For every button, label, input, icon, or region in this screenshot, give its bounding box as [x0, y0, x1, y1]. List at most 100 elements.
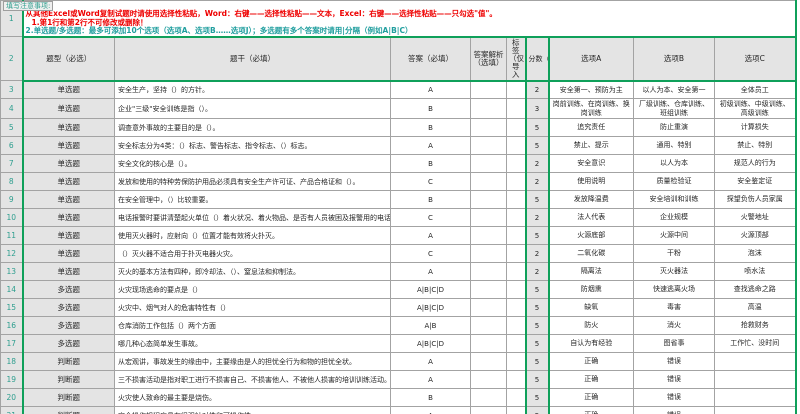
cell-option-b[interactable]: 以人为本: [634, 155, 715, 173]
cell-option-a[interactable]: 正确: [549, 389, 634, 407]
cell-option-a[interactable]: 正确: [549, 407, 634, 414]
cell-question[interactable]: 发放和使用的特种劳保防护用品必须具有安全生产许可证、产品合格证和（）。: [115, 173, 391, 191]
row-number[interactable]: 21: [1, 407, 23, 414]
cell-score[interactable]: 3: [526, 99, 549, 119]
cell-answer[interactable]: A: [391, 263, 471, 281]
cell-analysis[interactable]: [471, 299, 507, 317]
row-header-2[interactable]: 2: [1, 37, 23, 81]
cell-question-type[interactable]: 单选题: [23, 263, 115, 281]
cell-score[interactable]: 5: [526, 335, 549, 353]
cell-question-type[interactable]: 单选题: [23, 81, 115, 99]
cell-option-a[interactable]: 二氧化碳: [549, 245, 634, 263]
row-number[interactable]: 4: [1, 99, 23, 119]
cell-tag[interactable]: [507, 371, 526, 389]
cell-answer[interactable]: C: [391, 245, 471, 263]
cell-option-b[interactable]: 火源中间: [634, 227, 715, 245]
row-number[interactable]: 14: [1, 281, 23, 299]
cell-option-a[interactable]: 缺氧: [549, 299, 634, 317]
cell-question[interactable]: 安全文化的核心是（）。: [115, 155, 391, 173]
header-score[interactable]: 分数（导入试卷时: [526, 37, 549, 81]
cell-option-b[interactable]: 消火: [634, 317, 715, 335]
cell-analysis[interactable]: [471, 191, 507, 209]
cell-option-a[interactable]: 发放降温费: [549, 191, 634, 209]
cell-score[interactable]: 5: [526, 407, 549, 414]
cell-option-c[interactable]: 禁止、特别: [715, 137, 796, 155]
cell-analysis[interactable]: [471, 335, 507, 353]
cell-option-a[interactable]: 防火: [549, 317, 634, 335]
row-number[interactable]: 8: [1, 173, 23, 191]
row-number[interactable]: 7: [1, 155, 23, 173]
cell-analysis[interactable]: [471, 99, 507, 119]
cell-tag[interactable]: [507, 299, 526, 317]
row-number[interactable]: 12: [1, 245, 23, 263]
cell-question[interactable]: 火灾现场逃命的要点是（）: [115, 281, 391, 299]
cell-option-c[interactable]: 查找逃命之路: [715, 281, 796, 299]
row-number[interactable]: 11: [1, 227, 23, 245]
cell-answer[interactable]: A|B: [391, 317, 471, 335]
header-question[interactable]: 题干（必填）: [115, 37, 391, 81]
cell-question-type[interactable]: 判断题: [23, 353, 115, 371]
header-question-type[interactable]: 题型（必选）: [23, 37, 115, 81]
cell-option-c[interactable]: [715, 407, 796, 414]
cell-option-b[interactable]: 错误: [634, 407, 715, 414]
cell-tag[interactable]: [507, 119, 526, 137]
cell-option-c[interactable]: 火警地址: [715, 209, 796, 227]
cell-answer[interactable]: A|B|C|D: [391, 335, 471, 353]
cell-option-b[interactable]: 通用、特别: [634, 137, 715, 155]
cell-option-c[interactable]: [715, 389, 796, 407]
cell-option-a[interactable]: 正确: [549, 371, 634, 389]
cell-option-c[interactable]: 全体员工: [715, 81, 796, 99]
row-number[interactable]: 15: [1, 299, 23, 317]
cell-option-c[interactable]: 工作忙、没时间: [715, 335, 796, 353]
cell-question[interactable]: 哪几种心态简单发生事故。: [115, 335, 391, 353]
cell-option-c[interactable]: 规范人的行为: [715, 155, 796, 173]
cell-tag[interactable]: [507, 335, 526, 353]
cell-option-b[interactable]: 错误: [634, 371, 715, 389]
row-number[interactable]: 19: [1, 371, 23, 389]
cell-analysis[interactable]: [471, 263, 507, 281]
cell-answer[interactable]: B: [391, 191, 471, 209]
cell-question[interactable]: 仓库消防工作包括（）两个方面: [115, 317, 391, 335]
cell-analysis[interactable]: [471, 245, 507, 263]
cell-question[interactable]: 使用灭火器时，应射向（）位置才能有效将火扑灭。: [115, 227, 391, 245]
row-number[interactable]: 9: [1, 191, 23, 209]
cell-option-a[interactable]: 使用说明: [549, 173, 634, 191]
cell-analysis[interactable]: [471, 137, 507, 155]
cell-analysis[interactable]: [471, 353, 507, 371]
cell-score[interactable]: 5: [526, 317, 549, 335]
cell-tag[interactable]: [507, 281, 526, 299]
cell-option-b[interactable]: 以人为本、安全第一: [634, 81, 715, 99]
cell-score[interactable]: 5: [526, 353, 549, 371]
cell-option-a[interactable]: 隔离法: [549, 263, 634, 281]
cell-question-type[interactable]: 判断题: [23, 371, 115, 389]
cell-answer[interactable]: A: [391, 371, 471, 389]
row-number[interactable]: 13: [1, 263, 23, 281]
cell-score[interactable]: 5: [526, 119, 549, 137]
cell-option-b[interactable]: 企业规模: [634, 209, 715, 227]
cell-question-type[interactable]: 多选题: [23, 299, 115, 317]
cell-analysis[interactable]: [471, 155, 507, 173]
cell-answer[interactable]: A|B|C|D: [391, 299, 471, 317]
cell-analysis[interactable]: [471, 227, 507, 245]
cell-option-c[interactable]: [715, 353, 796, 371]
cell-analysis[interactable]: [471, 173, 507, 191]
cell-analysis[interactable]: [471, 317, 507, 335]
cell-score[interactable]: 5: [526, 389, 549, 407]
cell-tag[interactable]: [507, 227, 526, 245]
cell-question-type[interactable]: 单选题: [23, 245, 115, 263]
cell-answer[interactable]: A: [391, 407, 471, 414]
cell-answer[interactable]: B: [391, 155, 471, 173]
cell-option-c[interactable]: 泡沫: [715, 245, 796, 263]
cell-answer[interactable]: A|B|C|D: [391, 281, 471, 299]
cell-option-a[interactable]: 岗前训练、在岗训练、换岗训练: [549, 99, 634, 119]
cell-score[interactable]: 5: [526, 137, 549, 155]
cell-question-type[interactable]: 单选题: [23, 119, 115, 137]
cell-answer[interactable]: C: [391, 209, 471, 227]
cell-tag[interactable]: [507, 263, 526, 281]
cell-option-b[interactable]: 厂级训练、仓库训练、班组训练: [634, 99, 715, 119]
cell-option-a[interactable]: 禁止、提示: [549, 137, 634, 155]
cell-option-a[interactable]: 安全意识: [549, 155, 634, 173]
cell-option-a[interactable]: 正确: [549, 353, 634, 371]
cell-answer[interactable]: B: [391, 99, 471, 119]
cell-score[interactable]: 2: [526, 173, 549, 191]
